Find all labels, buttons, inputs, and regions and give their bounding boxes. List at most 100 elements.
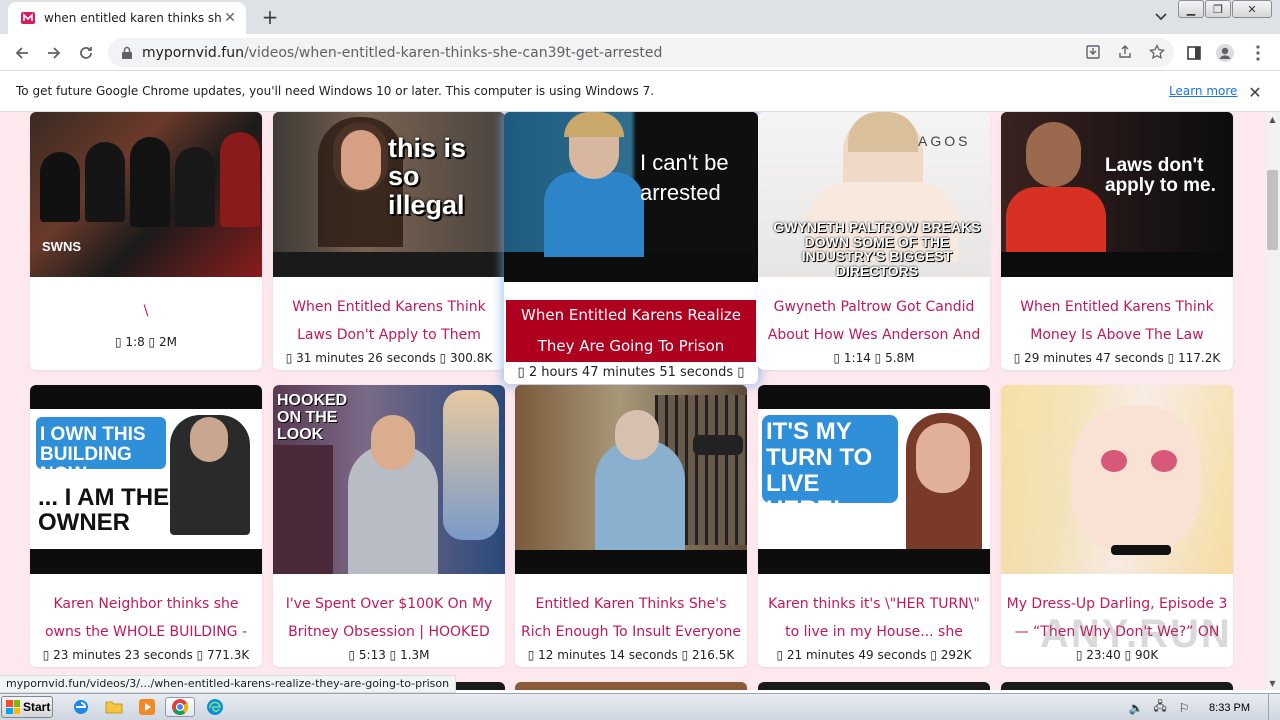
- chrome-taskbar-icon[interactable]: [165, 697, 195, 717]
- video-card-partial[interactable]: [758, 682, 990, 690]
- infobar-message: To get future Google Chrome updates, you…: [16, 84, 655, 98]
- video-meta: ▯ 23 minutes 23 seconds ▯ 771.3K: [42, 648, 250, 662]
- video-card[interactable]: SWNS \ ▯ 1:8 ▯ 2M: [30, 112, 262, 370]
- video-thumbnail[interactable]: I OWN THIS BUILDING NOW ... I AM THE OWN…: [30, 385, 262, 574]
- reload-icon[interactable]: [73, 40, 99, 66]
- video-thumbnail[interactable]: HOOKED ON THE LOOK: [273, 385, 505, 574]
- windows-taskbar: Start 🔈 🖧 ⚐ 8:33 PM: [0, 693, 1280, 720]
- browser-tab[interactable]: when entitled karen thinks she can39t ge…: [8, 2, 246, 34]
- video-title[interactable]: Karen thinks it's \"HER TURN\" to live i…: [758, 590, 990, 646]
- new-tab-button[interactable]: +: [258, 5, 282, 29]
- video-meta: ▯ 31 minutes 26 seconds ▯ 300.8K: [285, 351, 493, 365]
- infobar-close-icon[interactable]: ✕: [1246, 83, 1264, 102]
- tab-close-icon[interactable]: ✕: [222, 10, 238, 26]
- lock-icon[interactable]: [120, 46, 134, 60]
- media-player-icon[interactable]: [136, 697, 158, 717]
- video-title[interactable]: I've Spent Over $100K On My Britney Obse…: [273, 590, 505, 646]
- thumbnail-caption: I can't be arrested: [640, 150, 729, 205]
- video-meta: ▯ 29 minutes 47 seconds ▯ 117.2K: [1013, 351, 1221, 365]
- system-tray: 🔈 🖧 ⚐ 8:33 PM: [1127, 694, 1280, 720]
- thumbnail-caption: Laws don't apply to me.: [1105, 155, 1216, 196]
- video-thumbnail[interactable]: AGOS GWYNETH PALTROW BREAKS DOWN SOME OF…: [758, 112, 990, 277]
- thumbnail-caption: HOOKED ON THE LOOK: [277, 392, 348, 443]
- taskbar-clock[interactable]: 8:33 PM: [1209, 702, 1250, 714]
- video-thumbnail[interactable]: Laws don't apply to me.: [1001, 112, 1233, 277]
- video-title[interactable]: When Entitled Karens Think Money Is Abov…: [1001, 293, 1233, 349]
- video-meta: ▯ 5:13 ▯ 1.3M: [348, 648, 430, 662]
- bookmark-star-icon[interactable]: [1148, 43, 1166, 61]
- update-infobar: To get future Google Chrome updates, you…: [0, 71, 1280, 112]
- video-thumbnail[interactable]: [515, 385, 747, 574]
- file-explorer-icon[interactable]: [103, 697, 125, 717]
- video-card-partial[interactable]: [1001, 682, 1233, 690]
- forward-arrow-icon[interactable]: [41, 40, 67, 66]
- tab-search-chevron-down-icon[interactable]: [1150, 6, 1172, 28]
- tab-title: when entitled karen thinks she can39t ge…: [44, 11, 222, 25]
- video-card-partial[interactable]: [515, 682, 747, 690]
- edge-icon[interactable]: [204, 697, 226, 717]
- video-card[interactable]: IT'S MY TURN TO LIVE HERE! Karen thinks …: [758, 385, 990, 667]
- back-arrow-icon[interactable]: [9, 40, 35, 66]
- video-card[interactable]: Entitled Karen Thinks She's Rich Enough …: [515, 385, 747, 667]
- site-favicon-icon: [21, 12, 35, 24]
- video-thumbnail[interactable]: this is so illegal: [273, 112, 505, 277]
- video-title[interactable]: When Entitled Karens Realize They Are Go…: [506, 300, 756, 362]
- status-url-bar: mypornvid.fun/videos/3/.../when-entitled…: [0, 675, 457, 693]
- video-meta: ▯ 1:14 ▯ 5.8M: [833, 351, 915, 365]
- video-card[interactable]: HOOKED ON THE LOOK I've Spent Over $100K…: [273, 385, 505, 667]
- video-card[interactable]: AGOS GWYNETH PALTROW BREAKS DOWN SOME OF…: [758, 112, 990, 370]
- restore-icon[interactable]: ❐: [1205, 0, 1231, 18]
- share-icon[interactable]: [1116, 43, 1134, 61]
- install-app-icon[interactable]: [1084, 43, 1102, 61]
- video-title[interactable]: Karen Neighbor thinks she owns the WHOLE…: [30, 590, 262, 646]
- volume-icon[interactable]: 🔈: [1127, 700, 1145, 716]
- thumbnail-brand: AGOS: [918, 133, 971, 149]
- video-title[interactable]: \: [30, 297, 262, 333]
- video-title[interactable]: When Entitled Karens Think Laws Don't Ap…: [273, 293, 505, 349]
- close-window-icon[interactable]: ✕: [1232, 0, 1272, 18]
- profile-avatar-icon[interactable]: [1214, 42, 1236, 64]
- address-bar[interactable]: mypornvid.fun/videos/when-entitled-karen…: [108, 38, 1174, 67]
- video-thumbnail[interactable]: I can't be arrested: [504, 112, 758, 282]
- start-label: Start: [23, 700, 51, 714]
- scroll-up-arrow-icon[interactable]: ▲: [1265, 112, 1280, 126]
- video-card[interactable]: I OWN THIS BUILDING NOW ... I AM THE OWN…: [30, 385, 262, 667]
- side-panel-icon[interactable]: [1183, 42, 1205, 64]
- thumbnail-caption: this is so illegal: [388, 133, 467, 220]
- video-meta: ▯ 12 minutes 14 seconds ▯ 216.5K: [527, 648, 735, 662]
- video-card[interactable]: this is so illegal When Entitled Karens …: [273, 112, 505, 370]
- browser-toolbar: mypornvid.fun/videos/when-entitled-karen…: [0, 34, 1280, 71]
- url-text: mypornvid.fun/videos/when-entitled-karen…: [142, 44, 663, 61]
- menu-kebab-icon[interactable]: [1247, 42, 1269, 64]
- thumbnail-caption: GWYNETH PALTROW BREAKS DOWN SOME OF THE …: [773, 219, 981, 277]
- windows-logo-icon: [6, 700, 20, 714]
- video-card-hovered[interactable]: I can't be arrested When Entitled Karens…: [504, 112, 758, 384]
- action-center-flag-icon[interactable]: ⚐: [1175, 700, 1193, 716]
- video-card[interactable]: Laws don't apply to me. When Entitled Ka…: [1001, 112, 1233, 370]
- minimize-icon[interactable]: ▁: [1178, 0, 1204, 18]
- thumbnail-watermark: SWNS: [42, 239, 81, 254]
- tab-strip: when entitled karen thinks she can39t ge…: [0, 0, 1280, 34]
- video-meta: ▯ 2 hours 47 minutes 51 seconds ▯: [517, 365, 745, 380]
- window-controls: ▁ ❐ ✕: [1177, 0, 1272, 18]
- video-meta: ▯ 1:8 ▯ 2M: [115, 335, 177, 349]
- video-thumbnail[interactable]: [1001, 385, 1233, 574]
- learn-more-link[interactable]: Learn more: [1169, 84, 1237, 98]
- scrollbar-thumb[interactable]: [1267, 170, 1278, 250]
- video-grid: SWNS \ ▯ 1:8 ▯ 2M this is so illegal Whe…: [0, 112, 1265, 690]
- scroll-down-arrow-icon[interactable]: ▼: [1265, 676, 1280, 690]
- thumbnail-caption-top: I OWN THIS BUILDING NOW: [40, 424, 146, 485]
- video-title[interactable]: Entitled Karen Thinks She's Rich Enough …: [515, 590, 747, 646]
- thumbnail-caption-bottom: ... I AM THE OWNER: [38, 484, 170, 537]
- show-desktop-button[interactable]: [1268, 694, 1280, 720]
- video-thumbnail[interactable]: IT'S MY TURN TO LIVE HERE!: [758, 385, 990, 574]
- video-title[interactable]: Gwyneth Paltrow Got Candid About How Wes…: [758, 293, 990, 349]
- video-thumbnail[interactable]: SWNS: [30, 112, 262, 277]
- start-button[interactable]: Start: [1, 696, 53, 718]
- page-scrollbar[interactable]: ▲ ▼: [1265, 112, 1280, 690]
- anyrun-watermark: ANY.RUN: [1040, 612, 1232, 656]
- video-meta: ▯ 21 minutes 49 seconds ▯ 292K: [776, 648, 972, 662]
- thumbnail-caption: IT'S MY TURN TO LIVE HERE!: [766, 418, 873, 523]
- network-icon[interactable]: 🖧: [1151, 699, 1169, 716]
- internet-explorer-icon[interactable]: [70, 697, 92, 717]
